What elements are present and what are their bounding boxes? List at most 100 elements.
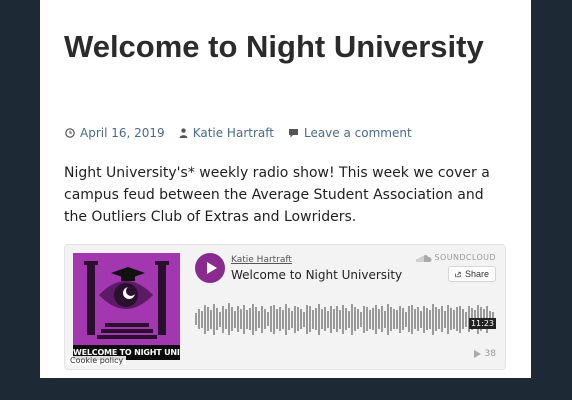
soundcloud-logo[interactable]: SOUNDCLOUD [416, 253, 496, 262]
waveform-bar [432, 303, 434, 335]
waveform-bar [243, 304, 245, 334]
track-title[interactable]: Welcome to Night University [231, 268, 402, 282]
waveform-bar [408, 306, 410, 332]
waveform-bar [309, 306, 311, 332]
waveform-bar [213, 303, 215, 335]
waveform-bar [372, 308, 374, 330]
waveform-bar [321, 309, 323, 329]
waveform-bar [345, 308, 347, 330]
waveform-bar [453, 309, 455, 329]
waveform-bar [390, 307, 392, 331]
waveform-bar [381, 306, 383, 332]
waveform-bar [465, 311, 467, 327]
waveform-bar [285, 303, 287, 335]
waveform-bar [447, 304, 449, 334]
waveform-bar [231, 307, 233, 331]
person-icon [179, 128, 188, 138]
play-count-text: 38 [484, 349, 496, 359]
share-button[interactable]: Share [448, 266, 496, 282]
waveform-bar [210, 309, 212, 329]
waveform-bar [399, 305, 401, 333]
waveform-bar [396, 309, 398, 329]
waveform-bar [279, 307, 281, 331]
waveform-bar [252, 303, 254, 335]
waveform-bar [348, 310, 350, 328]
waveform-bar [195, 313, 197, 325]
waveform-bar [228, 303, 230, 335]
waveform-bar [366, 307, 368, 331]
waveform-bar [378, 309, 380, 329]
waveform-bar [219, 311, 221, 327]
post-card: Welcome to Night University April 16, 20… [40, 0, 531, 378]
waveform-bar [360, 311, 362, 327]
cookie-policy-link[interactable]: Cookie policy [67, 356, 127, 365]
university-emblem-icon [84, 261, 169, 339]
waveform-bar [303, 311, 305, 327]
waveform-bar [330, 305, 332, 333]
waveform-bar [459, 305, 461, 333]
waveform[interactable] [195, 301, 496, 337]
waveform-bar [336, 306, 338, 332]
waveform-bar [342, 304, 344, 334]
waveform-bar [456, 307, 458, 331]
waveform-bar [216, 308, 218, 330]
waveform-bar [402, 308, 404, 330]
waveform-bar [438, 309, 440, 329]
waveform-bar [270, 306, 272, 332]
waveform-bar [363, 305, 365, 333]
comment-bubble-icon [288, 129, 298, 138]
waveform-bar [276, 309, 278, 329]
waveform-bar [333, 309, 335, 329]
post-date-text: April 16, 2019 [80, 126, 165, 140]
post-author-text: Katie Hartraft [192, 126, 274, 140]
post-title[interactable]: Welcome to Night University [64, 26, 504, 67]
waveform-bar [387, 303, 389, 335]
waveform-bar [354, 307, 356, 331]
post-excerpt: Night University's* weekly radio show! T… [64, 165, 490, 225]
waveform-bar [261, 305, 263, 333]
waveform-bar [240, 309, 242, 329]
waveform-bar [339, 309, 341, 329]
soundcloud-brand-text: SOUNDCLOUD [434, 253, 496, 262]
waveform-bar [204, 304, 206, 334]
waveform-bar [435, 307, 437, 331]
waveform-bar [351, 303, 353, 335]
waveform-bar [462, 309, 464, 329]
waveform-bar [393, 309, 395, 329]
comment-link[interactable]: Leave a comment [288, 126, 412, 140]
play-button[interactable] [195, 253, 225, 283]
waveform-bar [450, 308, 452, 330]
waveform-bar [318, 303, 320, 335]
track-artwork[interactable]: WELCOME TO NIGHT UNIVERSITY [73, 253, 180, 360]
play-count: 38 [473, 349, 496, 359]
waveform-bar [324, 307, 326, 331]
comment-link-text: Leave a comment [303, 126, 412, 140]
waveform-bar [306, 304, 308, 334]
waveform-bar [294, 305, 296, 333]
waveform-bar [300, 309, 302, 329]
soundcloud-player: WELCOME TO NIGHT UNIVERSITY Cookie polic… [64, 244, 506, 370]
waveform-bar [246, 309, 248, 329]
waveform-bar [444, 310, 446, 328]
waveform-bar [411, 304, 413, 334]
waveform-bar [249, 308, 251, 330]
waveform-bar [423, 305, 425, 333]
waveform-bar [288, 308, 290, 330]
post-date[interactable]: April 16, 2019 [65, 126, 165, 140]
waveform-bar [384, 310, 386, 328]
waveform-bar [264, 309, 266, 329]
waveform-bar [414, 309, 416, 329]
waveform-bar [375, 304, 377, 334]
waveform-bar [315, 308, 317, 330]
waveform-bar [369, 309, 371, 329]
share-icon [455, 271, 461, 277]
waveform-bar [297, 307, 299, 331]
post-author[interactable]: Katie Hartraft [179, 126, 274, 140]
waveform-bar [417, 307, 419, 331]
waveform-bar [405, 311, 407, 327]
waveform-bar [201, 310, 203, 328]
waveform-bar [291, 310, 293, 328]
waveform-bar [267, 312, 269, 326]
track-duration: 11:23 [468, 318, 496, 329]
artist-link[interactable]: Katie Hartraft [231, 255, 292, 265]
